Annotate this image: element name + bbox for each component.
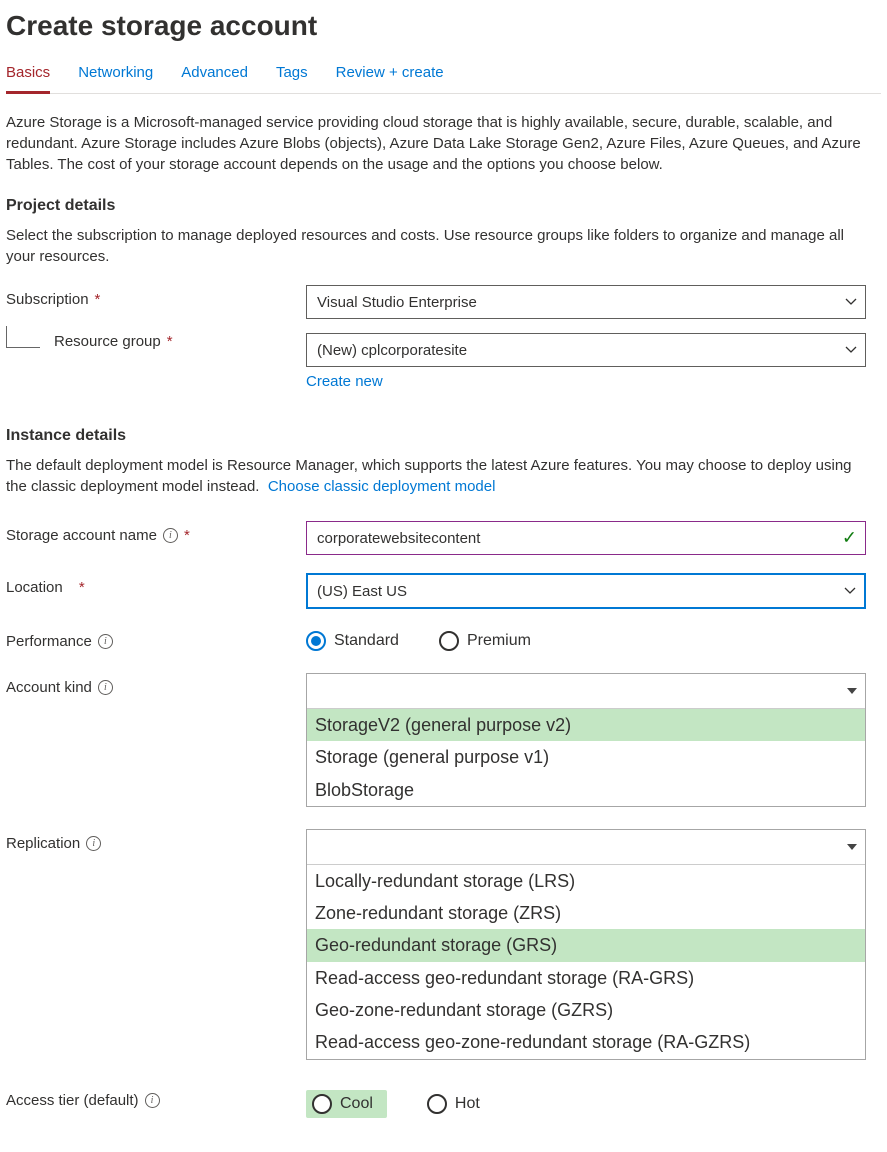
performance-premium-radio[interactable]: Premium	[439, 631, 531, 651]
subscription-label: Subscription *	[6, 285, 306, 308]
info-icon[interactable]: i	[98, 680, 113, 695]
project-details-desc: Select the subscription to manage deploy…	[6, 225, 876, 267]
classic-deployment-link[interactable]: Choose classic deployment model	[268, 478, 496, 495]
resource-group-label: Resource group *	[6, 333, 306, 350]
account-kind-label: Account kind i	[6, 673, 306, 696]
tab-networking[interactable]: Networking	[78, 56, 153, 94]
account-kind-options: StorageV2 (general purpose v2) Storage (…	[307, 708, 865, 806]
replication-select[interactable]: Locally-redundant storage (LRS) Zone-red…	[306, 829, 866, 1060]
radio-unselected-icon	[439, 631, 459, 651]
info-icon[interactable]: i	[145, 1093, 160, 1108]
info-icon[interactable]: i	[86, 836, 101, 851]
tab-review-create[interactable]: Review + create	[336, 56, 444, 94]
replication-option[interactable]: Zone-redundant storage (ZRS)	[307, 897, 865, 929]
replication-option[interactable]: Read-access geo-zone-redundant storage (…	[307, 1026, 865, 1058]
location-select[interactable]: (US) East US	[306, 573, 866, 609]
replication-option[interactable]: Locally-redundant storage (LRS)	[307, 865, 865, 897]
radio-selected-icon	[306, 631, 326, 651]
replication-option[interactable]: Geo-zone-redundant storage (GZRS)	[307, 994, 865, 1026]
storage-account-name-label: Storage account name i *	[6, 521, 306, 544]
subscription-select[interactable]: Visual Studio Enterprise	[306, 285, 866, 319]
storage-account-name-input[interactable]: corporatewebsitecontent ✓	[306, 521, 866, 555]
replication-options: Locally-redundant storage (LRS) Zone-red…	[307, 864, 865, 1059]
caret-down-icon	[847, 688, 857, 694]
chevron-down-icon	[844, 587, 856, 595]
location-label: Location *	[6, 573, 306, 596]
tab-basics[interactable]: Basics	[6, 56, 50, 94]
tree-connector-icon	[6, 326, 40, 348]
access-tier-hot-radio[interactable]: Hot	[427, 1094, 480, 1114]
account-kind-option[interactable]: Storage (general purpose v1)	[307, 741, 865, 773]
intro-text: Azure Storage is a Microsoft-managed ser…	[6, 112, 876, 175]
replication-label: Replication i	[6, 829, 306, 852]
access-tier-cool-radio[interactable]: Cool	[306, 1090, 387, 1118]
page-title: Create storage account	[6, 10, 881, 42]
performance-standard-radio[interactable]: Standard	[306, 631, 399, 651]
caret-down-icon	[847, 844, 857, 850]
account-kind-select[interactable]: StorageV2 (general purpose v2) Storage (…	[306, 673, 866, 807]
chevron-down-icon	[845, 298, 857, 306]
radio-unselected-icon	[312, 1094, 332, 1114]
project-details-heading: Project details	[6, 197, 881, 215]
replication-option[interactable]: Geo-redundant storage (GRS)	[307, 929, 865, 961]
checkmark-icon: ✓	[842, 528, 857, 549]
tab-advanced[interactable]: Advanced	[181, 56, 248, 94]
resource-group-select[interactable]: (New) cplcorporatesite	[306, 333, 866, 367]
performance-label: Performance i	[6, 627, 306, 650]
info-icon[interactable]: i	[163, 528, 178, 543]
instance-details-desc: The default deployment model is Resource…	[6, 455, 876, 497]
radio-unselected-icon	[427, 1094, 447, 1114]
access-tier-label: Access tier (default) i	[6, 1086, 306, 1109]
create-new-resource-group-link[interactable]: Create new	[306, 373, 383, 390]
wizard-tabs: Basics Networking Advanced Tags Review +…	[6, 56, 881, 94]
tab-tags[interactable]: Tags	[276, 56, 308, 94]
account-kind-option[interactable]: BlobStorage	[307, 774, 865, 806]
info-icon[interactable]: i	[98, 634, 113, 649]
account-kind-option[interactable]: StorageV2 (general purpose v2)	[307, 709, 865, 741]
replication-option[interactable]: Read-access geo-redundant storage (RA-GR…	[307, 962, 865, 994]
chevron-down-icon	[845, 346, 857, 354]
instance-details-heading: Instance details	[6, 427, 881, 445]
